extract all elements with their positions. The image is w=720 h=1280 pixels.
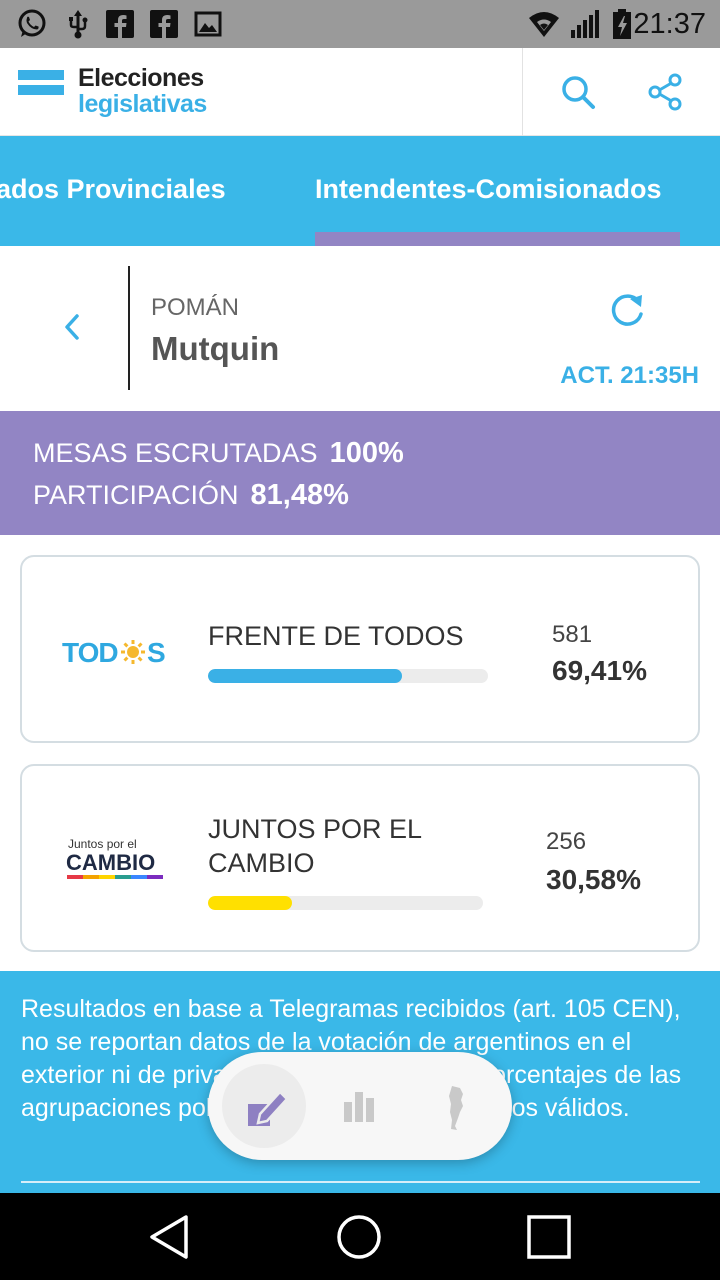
back-triangle-icon[interactable] (146, 1213, 194, 1261)
menu-icon[interactable] (18, 70, 64, 110)
clock: 21:37 (633, 8, 706, 40)
participacion-value: 81,48% (250, 479, 349, 511)
town-name: Mutquin (151, 330, 280, 367)
tab-diputados-provinciales[interactable]: ados Provinciales (0, 174, 226, 205)
system-nav-bar (0, 1193, 720, 1280)
vote-percent: 30,58% (546, 864, 641, 895)
header-divider (522, 48, 523, 136)
logo-big-text: CAMBIO (66, 850, 155, 875)
image-icon (194, 11, 222, 37)
location-header: POMÁN Mutquin ACT. 21:35H (0, 246, 720, 411)
participacion-label: PARTICIPACIÓN (33, 480, 239, 510)
juntos-por-el-cambio-logo: Juntos por el CAMBIO (66, 836, 186, 886)
brand-line-2: legislativas (78, 90, 207, 118)
bar-chart-icon[interactable] (332, 1080, 386, 1134)
facebook-icon (106, 10, 134, 38)
department-name: POMÁN (151, 294, 240, 321)
app-header: Elecciones legislativas (0, 48, 720, 136)
vote-bar-track (208, 669, 488, 683)
argentina-map-icon[interactable] (430, 1080, 484, 1134)
app-screen: 21:37 Elecciones legislativas ados Provi… (0, 0, 720, 1280)
mesas-value: 100% (329, 437, 404, 469)
vote-count: 256 (546, 828, 587, 855)
vote-icon[interactable] (238, 1080, 292, 1134)
home-circle-icon[interactable] (335, 1213, 383, 1261)
usb-icon (69, 10, 88, 39)
search-icon[interactable] (558, 72, 598, 112)
party-name-line-1: JUNTOS POR EL (208, 814, 423, 844)
info-divider (21, 1181, 700, 1183)
facebook-icon (150, 10, 178, 38)
mesas-escrutadas-row: MESAS ESCRUTADAS 100% (33, 437, 404, 470)
wifi-icon (529, 12, 559, 37)
party-name: JUNTOS POR EL CAMBIO (208, 812, 422, 880)
todos-logo: TOD S (62, 629, 182, 679)
app-logo: Elecciones legislativas (78, 66, 207, 117)
status-bar: 21:37 (0, 0, 720, 48)
chevron-left-icon[interactable] (58, 312, 88, 342)
party-name-line-2: CAMBIO (208, 848, 315, 878)
refresh-icon[interactable] (606, 290, 648, 332)
location-divider (128, 266, 130, 390)
signal-icon (571, 10, 599, 38)
participacion-row: PARTICIPACIÓN 81,48% (33, 479, 349, 512)
active-tab-indicator (315, 232, 680, 246)
brand-line-1: Elecciones (78, 64, 204, 92)
stats-panel: MESAS ESCRUTADAS 100% PARTICIPACIÓN 81,48% (0, 411, 720, 535)
vote-bar-fill (208, 669, 403, 683)
party-name: FRENTE DE TODOS (208, 621, 464, 651)
logo-small-text: Juntos por el (68, 837, 137, 851)
floating-nav (208, 1052, 512, 1160)
result-card-juntos-por-el-cambio[interactable]: Juntos por el CAMBIO JUNTOS POR EL CAMBI… (20, 764, 700, 952)
last-updated: ACT. 21:35H (560, 362, 699, 389)
mesas-label: MESAS ESCRUTADAS (33, 438, 318, 468)
vote-bar-track (208, 896, 483, 910)
share-icon[interactable] (646, 72, 686, 112)
category-tabs: ados Provinciales Intendentes-Comisionad… (0, 136, 720, 246)
tab-intendentes-comisionados[interactable]: Intendentes-Comisionados (315, 174, 662, 205)
result-card-frente-de-todos[interactable]: TOD S FRENTE DE TODOS 581 69,41% (20, 555, 700, 743)
svg-text:TOD: TOD (62, 637, 118, 668)
vote-percent: 69,41% (552, 655, 647, 686)
vote-bar-fill (208, 896, 293, 910)
whatsapp-icon (18, 9, 46, 37)
recents-square-icon[interactable] (525, 1213, 573, 1261)
svg-text:S: S (147, 637, 166, 668)
vote-count: 581 (552, 621, 593, 648)
